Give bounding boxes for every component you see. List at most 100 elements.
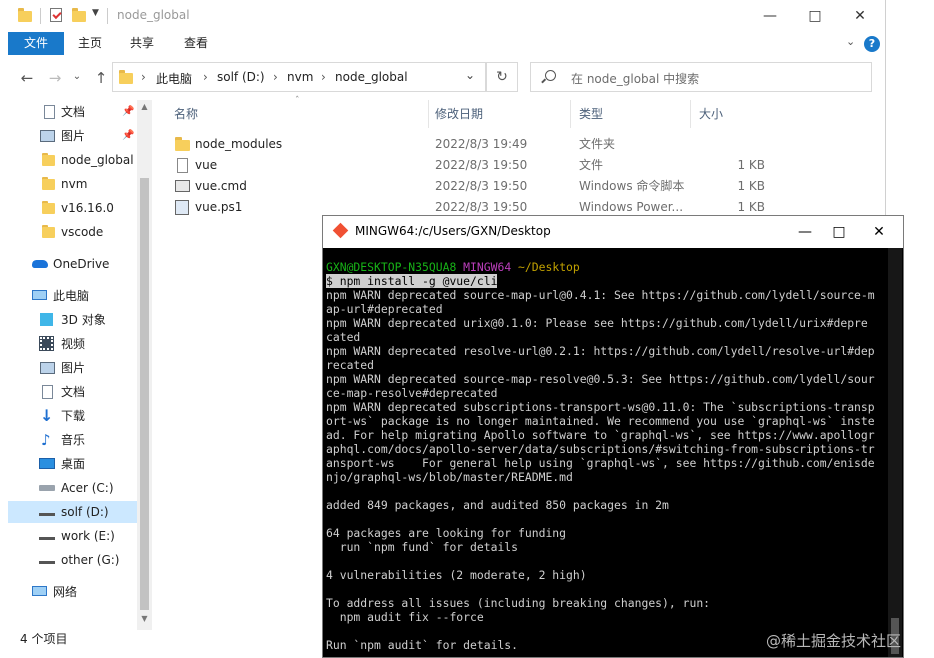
terminal-line: npm WARN deprecated source-map-resolve@0… bbox=[326, 372, 875, 386]
forward-arrow-icon[interactable]: → bbox=[46, 69, 64, 87]
scrollbar-thumb[interactable] bbox=[140, 178, 149, 610]
tab-file[interactable]: 文件 bbox=[8, 32, 64, 55]
nav-item-music[interactable]: ♪ 音乐 bbox=[0, 429, 137, 451]
nav-item-documents-pc[interactable]: 文档 bbox=[0, 381, 137, 403]
terminal-line: ort-ws` package is no longer maintained.… bbox=[326, 414, 875, 428]
close-button[interactable]: ✕ bbox=[840, 4, 880, 28]
terminal-scrollbar[interactable] bbox=[888, 248, 902, 657]
folder-icon bbox=[42, 201, 55, 214]
file-row[interactable]: vue.cmd 2022/8/3 19:50 Windows 命令脚本 1 KB bbox=[160, 176, 780, 197]
nav-item-drive-e[interactable]: work (E:) bbox=[0, 525, 137, 547]
powershell-file-icon bbox=[175, 200, 189, 215]
nav-item-videos[interactable]: 视频 bbox=[0, 333, 137, 355]
computer-icon bbox=[32, 290, 47, 300]
minimize-button[interactable]: — bbox=[750, 4, 790, 28]
terminal-line: 64 packages are looking for funding bbox=[326, 526, 567, 540]
document-icon bbox=[42, 385, 53, 399]
column-header-date[interactable]: 修改日期 bbox=[435, 96, 483, 132]
column-separator[interactable] bbox=[570, 100, 571, 128]
music-icon: ♪ bbox=[41, 431, 51, 449]
terminal-title: MINGW64:/c/Users/GXN/Desktop bbox=[355, 224, 551, 238]
folder-icon bbox=[18, 8, 32, 22]
address-row: ← → ⌄ ↑ › 此电脑 › solf (D:) › nvm › node_g… bbox=[0, 62, 885, 94]
file-row[interactable]: node_modules 2022/8/3 19:49 文件夹 bbox=[160, 134, 780, 155]
cloud-icon bbox=[32, 260, 48, 268]
mingw64-terminal-window[interactable]: MINGW64:/c/Users/GXN/Desktop — □ ✕ GXN@D… bbox=[322, 215, 904, 658]
help-icon[interactable]: ? bbox=[864, 36, 880, 52]
recent-locations-chevron-icon[interactable]: ⌄ bbox=[68, 71, 86, 82]
terminal-line: aphql.com/docs/apollo-server/data/subscr… bbox=[326, 442, 875, 456]
nav-item-pictures-pc[interactable]: 图片 bbox=[0, 357, 137, 379]
folder-icon bbox=[119, 70, 133, 84]
column-separator[interactable] bbox=[690, 100, 691, 128]
terminal-line: run `npm fund` for details bbox=[326, 540, 519, 554]
customize-qa-dropdown-icon[interactable]: ▼ bbox=[92, 8, 99, 18]
nav-item-node-global[interactable]: node_global bbox=[0, 149, 137, 171]
search-input[interactable]: 在 node_global 中搜索 bbox=[530, 62, 872, 92]
drive-icon bbox=[39, 485, 55, 491]
terminal-maximize-button[interactable]: □ bbox=[821, 222, 857, 242]
breadcrumb-node-global[interactable]: node_global bbox=[335, 70, 408, 84]
breadcrumb-separator: › bbox=[273, 70, 278, 84]
nav-item-documents[interactable]: 文档 📌 bbox=[0, 101, 137, 123]
column-separator[interactable] bbox=[428, 100, 429, 128]
video-icon bbox=[39, 336, 54, 351]
address-bar[interactable]: › 此电脑 › solf (D:) › nvm › node_global ⌄ bbox=[112, 62, 486, 92]
scroll-up-arrow-icon[interactable]: ▲ bbox=[137, 102, 152, 111]
column-header-type[interactable]: 类型 bbox=[579, 96, 603, 132]
document-icon bbox=[44, 105, 55, 119]
terminal-title-bar[interactable]: MINGW64:/c/Users/GXN/Desktop — □ ✕ bbox=[323, 216, 903, 248]
back-arrow-icon[interactable]: ← bbox=[18, 69, 36, 87]
navigation-pane: 文档 📌 图片 📌 node_global nvm v16.16.0 vscod… bbox=[0, 96, 152, 626]
tab-home[interactable]: 主页 bbox=[70, 32, 110, 55]
address-dropdown-chevron-icon[interactable]: ⌄ bbox=[465, 68, 475, 82]
pin-icon[interactable]: 📌 bbox=[122, 101, 134, 123]
nav-item-drive-c[interactable]: Acer (C:) bbox=[0, 477, 137, 499]
breadcrumb-drive-d[interactable]: solf (D:) bbox=[217, 70, 265, 84]
download-icon: ↓ bbox=[40, 406, 54, 425]
nav-item-downloads[interactable]: ↓ 下载 bbox=[0, 405, 137, 427]
nav-item-this-pc[interactable]: 此电脑 bbox=[0, 285, 137, 307]
terminal-line: added 849 packages, and audited 850 pack… bbox=[326, 498, 669, 512]
title-separator bbox=[107, 8, 108, 24]
nav-item-drive-d[interactable]: solf (D:) bbox=[8, 501, 137, 523]
tab-share[interactable]: 共享 bbox=[122, 32, 162, 55]
nav-item-drive-g[interactable]: other (G:) bbox=[0, 549, 137, 571]
nav-item-desktop[interactable]: 桌面 bbox=[0, 453, 137, 475]
terminal-line: ansport-ws For general help using `graph… bbox=[326, 456, 875, 470]
watermark: @稀土掘金技术社区 bbox=[766, 632, 902, 650]
breadcrumb-this-pc[interactable]: 此电脑 bbox=[156, 70, 192, 87]
nav-item-nvm[interactable]: nvm bbox=[0, 173, 137, 195]
column-header-size[interactable]: 大小 bbox=[699, 96, 723, 132]
terminal-line: cated bbox=[326, 330, 361, 344]
nav-pane-scrollbar[interactable]: ▲ ▼ bbox=[137, 100, 152, 630]
nav-item-3d-objects[interactable]: 3D 对象 bbox=[0, 309, 137, 331]
expand-ribbon-chevron-icon[interactable]: ⌄ bbox=[846, 35, 855, 48]
nav-item-v16[interactable]: v16.16.0 bbox=[0, 197, 137, 219]
scroll-down-arrow-icon[interactable]: ▼ bbox=[137, 614, 152, 623]
breadcrumb-nvm[interactable]: nvm bbox=[287, 70, 313, 84]
nav-item-pictures[interactable]: 图片 📌 bbox=[0, 125, 137, 147]
maximize-button[interactable]: □ bbox=[795, 4, 835, 28]
pin-icon[interactable]: 📌 bbox=[122, 125, 134, 147]
up-arrow-icon[interactable]: ↑ bbox=[92, 69, 110, 87]
column-header-name[interactable]: 名称 bbox=[174, 96, 198, 132]
cube-icon bbox=[40, 313, 53, 326]
tab-view[interactable]: 查看 bbox=[176, 32, 216, 55]
terminal-line: recated bbox=[326, 358, 375, 372]
terminal-output[interactable]: GXN@DESKTOP-N35QUA8 MINGW64 ~/Desktop $ … bbox=[326, 260, 886, 656]
nav-item-onedrive[interactable]: OneDrive bbox=[0, 253, 137, 275]
terminal-close-button[interactable]: ✕ bbox=[861, 222, 897, 242]
properties-icon[interactable] bbox=[50, 8, 62, 22]
drive-icon bbox=[39, 513, 55, 516]
new-folder-icon[interactable] bbox=[72, 8, 86, 22]
sort-indicator-icon: ˆ bbox=[295, 96, 300, 106]
terminal-line: npm WARN deprecated source-map-url@0.4.1… bbox=[326, 288, 875, 302]
nav-item-network[interactable]: 网络 bbox=[0, 581, 137, 603]
file-row[interactable]: vue 2022/8/3 19:50 文件 1 KB bbox=[160, 155, 780, 176]
picture-icon bbox=[40, 130, 55, 142]
network-icon bbox=[32, 586, 47, 596]
refresh-button[interactable]: ↻ bbox=[486, 62, 518, 92]
nav-item-vscode[interactable]: vscode bbox=[0, 221, 137, 243]
terminal-minimize-button[interactable]: — bbox=[787, 222, 823, 242]
